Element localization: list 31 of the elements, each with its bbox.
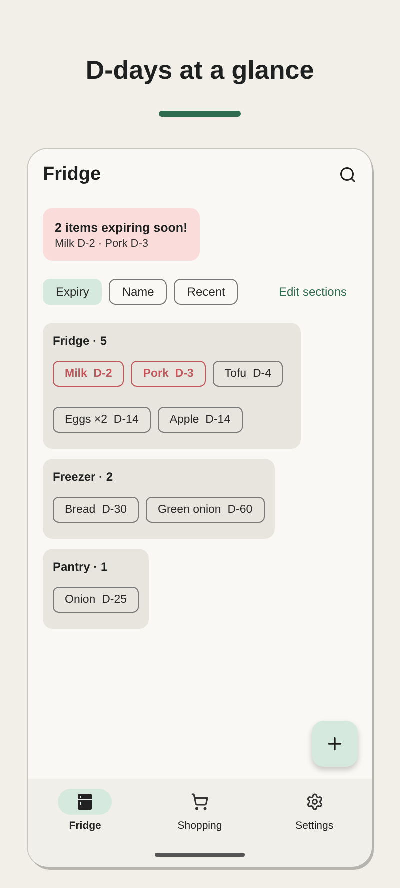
alert-title: 2 items expiring soon! [55, 221, 188, 235]
item-chip[interactable]: Milk D-2 [53, 361, 124, 387]
nav-label: Settings [296, 820, 334, 832]
alert-detail: Milk D-2 · Pork D-3 [55, 238, 150, 250]
sort-chip[interactable]: Recent [174, 279, 238, 305]
nav-label: Shopping [178, 820, 222, 832]
search-icon [339, 166, 357, 184]
section-title: Fridge · 5 [53, 334, 108, 348]
nav-item[interactable]: Settings [264, 789, 365, 832]
headline: D-days at a glance [86, 54, 314, 86]
section-title: Pantry · 1 [53, 560, 109, 574]
nav-label: Fridge [69, 820, 102, 832]
cart-icon [190, 793, 209, 811]
item-chip[interactable]: Pork D-3 [131, 361, 206, 387]
item-chip[interactable]: Apple D-14 [158, 407, 243, 433]
screen-title: Fridge [43, 164, 102, 186]
sort-chip[interactable]: Name [109, 279, 168, 305]
item-chip[interactable]: Bread D-30 [53, 497, 140, 523]
item-chip[interactable]: Green onion D-60 [146, 497, 265, 523]
add-button[interactable] [312, 721, 358, 767]
settings-icon [306, 793, 324, 811]
section-title: Freezer · 2 [53, 470, 114, 484]
nav-item[interactable]: Shopping [150, 789, 250, 832]
search-button[interactable] [339, 166, 357, 184]
fridge-icon [77, 793, 94, 811]
nav-item[interactable]: Fridge [35, 789, 136, 832]
edit-sections-link[interactable]: Edit sections [278, 285, 347, 299]
item-chip[interactable]: Onion D-25 [53, 587, 140, 613]
item-chip[interactable]: Tofu D-4 [212, 361, 284, 387]
sort-chip[interactable]: Expiry [43, 279, 102, 305]
item-chip[interactable]: Eggs ×2 D-14 [53, 407, 151, 433]
